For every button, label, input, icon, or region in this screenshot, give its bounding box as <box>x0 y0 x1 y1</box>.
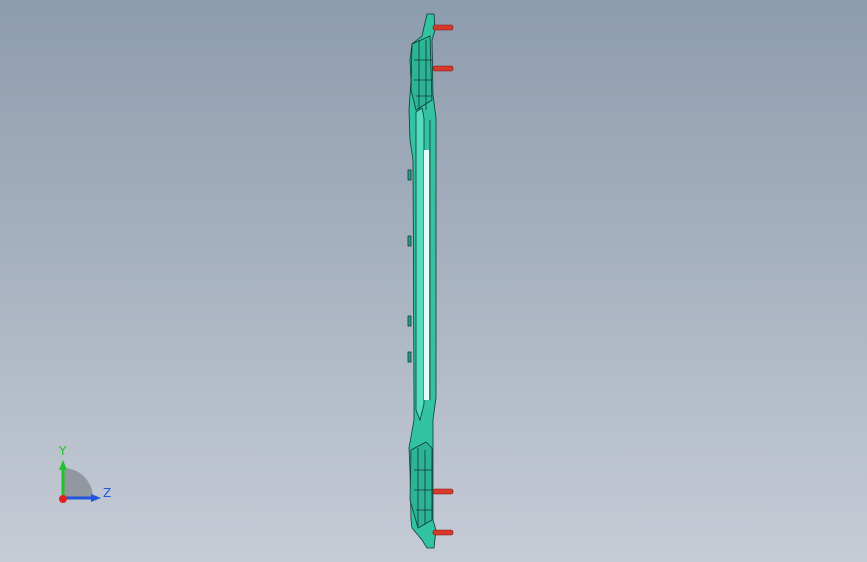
top-boss <box>410 35 433 111</box>
side-nub <box>407 351 412 363</box>
pin[interactable] <box>432 65 454 72</box>
model-canvas[interactable]: Y Z <box>0 0 867 562</box>
y-axis-label: Y <box>58 444 67 458</box>
side-nub <box>407 315 412 327</box>
x-axis-origin-icon <box>59 495 67 503</box>
graphics-viewport[interactable]: Y Z <box>0 0 867 562</box>
pin[interactable] <box>432 529 454 536</box>
plate-part[interactable] <box>407 13 437 549</box>
pin[interactable] <box>432 488 454 495</box>
side-nub <box>407 235 412 247</box>
y-axis-arrowhead-icon <box>59 460 67 470</box>
z-axis-arrowhead-icon <box>91 494 101 502</box>
side-nub <box>407 169 412 181</box>
pin[interactable] <box>432 24 454 31</box>
z-axis-label: Z <box>103 486 111 500</box>
triad-quarter-disc <box>63 468 93 498</box>
orientation-triad: Y Z <box>58 444 111 503</box>
plate-highlight <box>424 150 429 400</box>
plate-inner-face <box>415 107 425 422</box>
